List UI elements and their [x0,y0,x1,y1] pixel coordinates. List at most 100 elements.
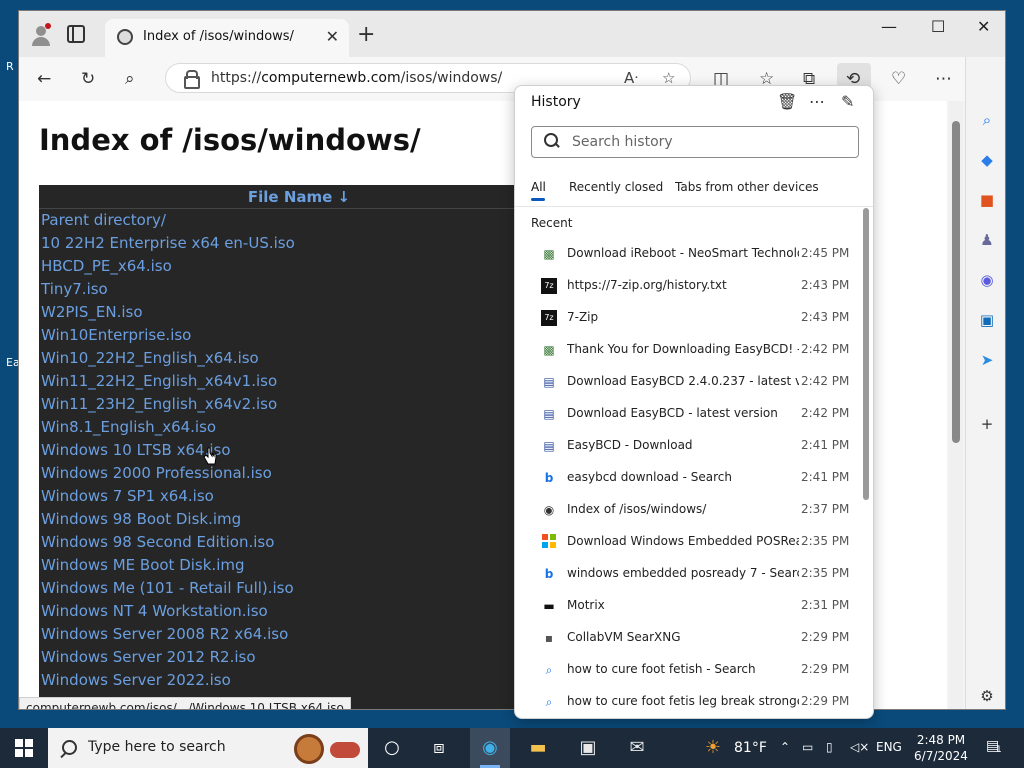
file-link[interactable]: Windows Me (101 - Retail Full).iso [39,577,559,600]
history-item[interactable]: 7z https://7-zip.org/history.txt 2:43 PM [515,270,861,302]
taskbar-search-placeholder: Type here to search [88,739,226,755]
add-sidebar-app-icon[interactable]: + [978,415,996,433]
history-search-input[interactable] [572,131,842,153]
microsoft-365-icon[interactable]: ◉ [978,271,996,289]
tab-actions-icon[interactable] [67,25,85,43]
store-icon[interactable]: ▣ [576,738,600,758]
file-explorer-icon[interactable]: ▬ [526,738,550,758]
network-icon[interactable]: ▭ [802,740,813,754]
more-options-icon[interactable]: ⋯ [935,69,952,89]
language-indicator[interactable]: ENG [876,740,902,754]
new-tab-icon[interactable]: + [357,22,375,47]
file-link[interactable]: Windows 2000 Professional.iso [39,462,559,485]
history-item[interactable]: 7z 7-Zip 2:43 PM [515,302,861,334]
file-link[interactable]: Windows Server 2012 R2.iso [39,646,559,669]
task-view-icon[interactable]: ⧈ [428,738,450,758]
profile-icon[interactable] [31,23,51,46]
history-item[interactable]: ▩ Thank You for Downloading EasyBCD! - N… [515,334,861,366]
volume-muted-icon[interactable]: ◁× [850,740,869,754]
battery-icon[interactable]: ▯ [826,740,833,754]
history-item-time: 2:42 PM [801,406,850,420]
pin-icon[interactable]: ✎ [841,92,854,111]
history-item[interactable]: ⌕ how to cure foot fetis leg break stron… [515,686,861,718]
clock[interactable]: 2:48 PM 6/7/2024 [914,732,968,764]
search-highlight-donut-icon [294,734,324,764]
edge-icon[interactable]: ◉ [478,738,502,758]
file-link[interactable]: Win10Enterprise.iso [39,324,559,347]
motrix-icon: ▬ [543,599,555,613]
tab-recently-closed[interactable]: Recently closed [569,180,663,194]
notification-count: 1 [996,745,1002,755]
history-item[interactable]: ⌕ how to cure foot fetish - Search 2:29 … [515,654,861,686]
file-link[interactable]: Windows 98 Boot Disk.img [39,508,559,531]
history-item-time: 2:35 PM [801,566,850,580]
file-link[interactable]: HBCD_PE_x64.iso [39,255,559,278]
history-item[interactable]: ▬ Motrix 2:31 PM [515,590,861,622]
file-link[interactable]: Win11_23H2_English_x64v2.iso [39,393,559,416]
show-hidden-icons-icon[interactable]: ⌃ [780,740,790,754]
tab-title: Index of /isos/windows/ [143,29,294,44]
maximize-icon[interactable]: ☐ [931,17,945,36]
file-link[interactable]: Windows 10 LTSB x64.iso [39,439,559,462]
history-item[interactable]: Download Windows Embedded POSRead... 2:3… [515,526,861,558]
outlook-icon[interactable]: ▣ [978,311,996,329]
games-icon[interactable]: ♟ [978,231,996,249]
mail-icon[interactable]: ✉ [624,738,650,758]
history-item[interactable]: ▤ Download EasyBCD - latest version 2:42… [515,398,861,430]
page-scrollbar[interactable] [949,101,963,709]
file-link[interactable]: Win11_22H2_English_x64v1.iso [39,370,559,393]
send-icon[interactable]: ➤ [978,351,996,369]
sidebar-search-icon[interactable]: ⌕ [978,111,996,129]
close-window-icon[interactable]: ✕ [977,17,990,36]
history-item[interactable]: b easybcd download - Search 2:41 PM [515,462,861,494]
history-item-title: CollabVM SearXNG [567,630,681,644]
start-icon[interactable] [15,739,33,757]
file-link[interactable]: Parent directory/ [39,209,559,232]
history-item[interactable]: b windows embedded posready 7 - Search 2… [515,558,861,590]
history-item[interactable]: ▤ EasyBCD - Download 2:41 PM [515,430,861,462]
history-scrollbar[interactable] [863,208,869,718]
hand-cursor-icon [203,447,217,465]
file-link[interactable]: W2PIS_EN.iso [39,301,559,324]
weather-temp[interactable]: 81°F [734,740,767,756]
lock-icon[interactable] [184,70,200,89]
minimize-icon[interactable]: — [881,17,897,36]
file-link[interactable]: Windows 7 SP1 x64.iso [39,485,559,508]
history-item-title: easybcd download - Search [567,470,732,484]
tab-other-devices[interactable]: Tabs from other devices [675,180,819,194]
file-link[interactable]: Windows ME Boot Disk.img [39,554,559,577]
history-item[interactable]: ▤ Download EasyBCD 2.4.0.237 - latest ve… [515,366,861,398]
tab-all[interactable]: All [531,180,546,201]
search-icon[interactable]: ⌕ [125,69,135,89]
history-item[interactable]: ▪ CollabVM SearXNG 2:29 PM [515,622,861,654]
tools-briefcase-icon[interactable]: ■ [978,191,996,209]
back-icon[interactable]: ← [37,69,51,89]
delete-history-icon[interactable]: 🗑 [777,92,797,111]
refresh-icon[interactable]: ↻ [81,69,95,89]
sidebar-settings-icon[interactable]: ⚙ [978,687,996,705]
file-link[interactable]: 10 22H2 Enterprise x64 en-US.iso [39,232,559,255]
file-link[interactable]: Tiny7.iso [39,278,559,301]
history-item-time: 2:42 PM [801,342,850,356]
tab-active[interactable]: Index of /isos/windows/ ✕ [105,19,349,57]
search-highlight-food-icon [330,742,360,758]
history-item[interactable]: ▩ Download iReboot - NeoSmart Technolog.… [515,238,861,270]
history-more-icon[interactable]: ⋯ [809,92,825,111]
close-tab-icon[interactable]: ✕ [326,27,339,46]
file-link[interactable]: Windows Server 2008 R2 x64.iso [39,623,559,646]
file-link[interactable]: Windows NT 4 Workstation.iso [39,600,559,623]
file-link[interactable]: Windows Server 2022.iso [39,669,559,692]
history-item-title: how to cure foot fetish - Search [567,662,756,676]
history-item[interactable]: ◉ Index of /isos/windows/ 2:37 PM [515,494,861,526]
file-link[interactable]: Win8.1_English_x64.iso [39,416,559,439]
cortana-icon[interactable]: ○ [382,738,402,758]
shopping-tag-icon[interactable]: ◆ [978,151,996,169]
bing-icon: b [544,567,554,581]
taskbar-search[interactable]: Type here to search [48,728,368,768]
history-search-box[interactable] [531,126,859,158]
file-name-column-header[interactable]: File Name ↓ [39,185,559,209]
browser-essentials-icon[interactable]: ♡ [891,69,906,89]
file-link[interactable]: Win10_22H2_English_x64.iso [39,347,559,370]
file-link[interactable]: Windows 98 Second Edition.iso [39,531,559,554]
address-url[interactable]: https://computernewb.com/isos/windows/ [211,70,502,86]
